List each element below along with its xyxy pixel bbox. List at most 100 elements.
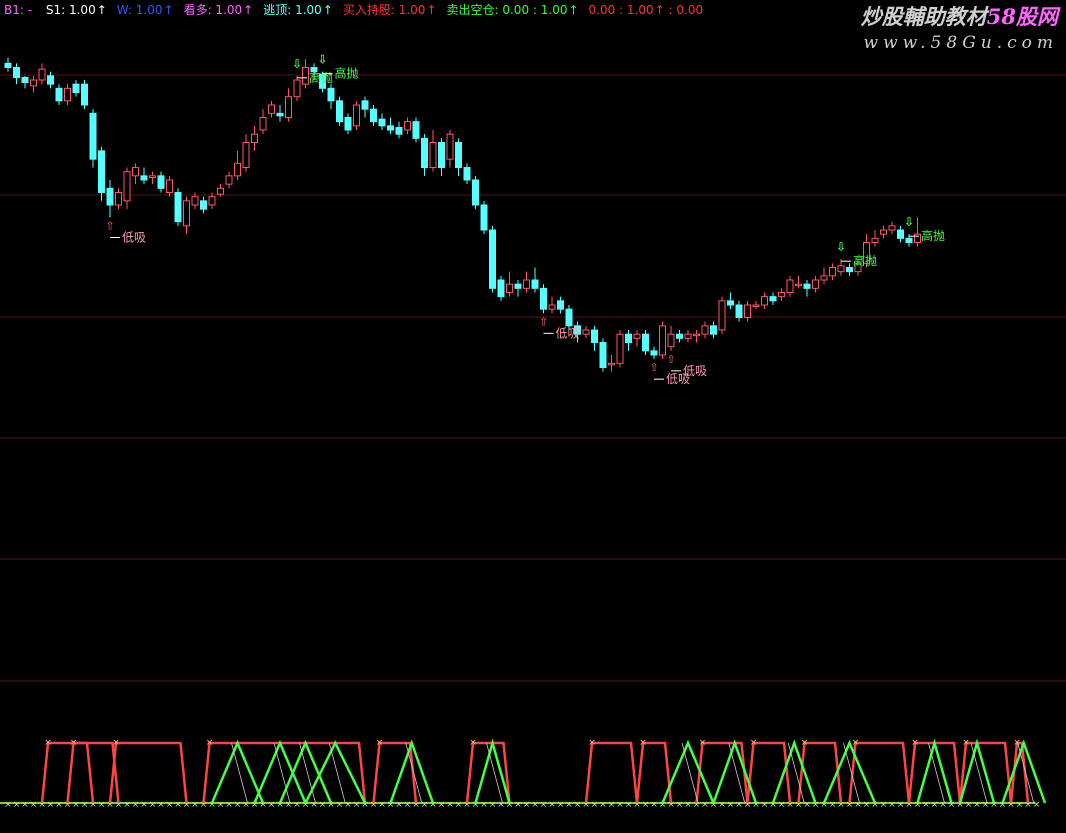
baseline-marker: ×	[217, 800, 225, 810]
candle-body	[302, 67, 309, 85]
baseline-marker: ×	[404, 800, 412, 810]
candle-body	[897, 229, 904, 239]
candle-body	[242, 142, 250, 168]
peak-marker: ×	[206, 738, 214, 748]
signal-label: 高抛	[309, 70, 333, 85]
baseline-marker: ×	[574, 800, 582, 810]
baseline-marker: ×	[98, 800, 106, 810]
candle-body	[880, 229, 887, 235]
baseline-marker: ×	[701, 800, 709, 810]
candle-body	[353, 104, 360, 127]
candle-body	[752, 304, 760, 307]
baseline-marker: ×	[854, 800, 862, 810]
baseline-marker: ×	[234, 800, 242, 810]
baseline-marker: ×	[548, 800, 556, 810]
candle-body	[208, 196, 216, 206]
indicator-red-pulse	[584, 741, 639, 804]
candle-body	[115, 192, 122, 206]
candle-body	[633, 333, 641, 339]
candle-body	[625, 333, 632, 343]
baseline-marker: ×	[829, 800, 837, 810]
baseline-marker: ×	[778, 800, 786, 810]
candle-body	[744, 304, 751, 318]
indicator-red-pulse	[695, 741, 749, 804]
baseline-marker: ×	[438, 800, 446, 810]
candle-body	[395, 127, 403, 135]
candle-body	[676, 333, 683, 339]
candle-body	[489, 229, 496, 289]
baseline-marker: ×	[523, 800, 531, 810]
baseline-marker: ×	[30, 800, 38, 810]
candle-body	[412, 121, 420, 139]
candle-body	[616, 333, 624, 364]
candle-body	[429, 142, 437, 168]
candle-body	[761, 296, 768, 306]
candle-body	[336, 100, 343, 123]
indicator-green-pulse	[916, 738, 953, 804]
baseline-marker: ×	[268, 800, 276, 810]
candle-body	[421, 137, 428, 168]
candle-body	[659, 325, 666, 356]
candle-body	[13, 67, 20, 78]
sell-arrow-icon: ⇩	[292, 57, 302, 71]
candle-body	[251, 133, 258, 144]
candle-body	[157, 175, 165, 189]
candle-body	[132, 167, 139, 177]
candle-body	[905, 237, 913, 243]
buy-arrow-icon: ⇧	[539, 315, 548, 328]
candle-body	[55, 87, 63, 102]
candle-body	[846, 267, 853, 273]
baseline-marker: ×	[803, 800, 811, 810]
candle-body	[871, 237, 879, 243]
indicator-thin-line	[681, 742, 699, 804]
candle-body	[98, 150, 105, 193]
candle-body	[684, 333, 692, 339]
candle-body	[565, 308, 573, 327]
baseline-marker: ×	[72, 800, 80, 810]
baseline-marker: ×	[225, 800, 233, 810]
candle-body	[582, 329, 590, 335]
indicator-thin-line	[273, 742, 291, 804]
baseline-marker: ×	[174, 800, 182, 810]
candle-body	[285, 96, 292, 118]
indicator-green-pulse	[253, 739, 307, 804]
signal-label: 高抛	[853, 253, 877, 268]
baseline-marker: ×	[4, 800, 12, 810]
candle-body	[72, 83, 80, 93]
candle-body	[455, 142, 462, 168]
baseline-marker: ×	[310, 800, 318, 810]
candle-body	[166, 179, 173, 193]
candle-body	[174, 192, 182, 223]
baseline-marker: ×	[242, 800, 250, 810]
candle-body	[438, 142, 445, 168]
baseline-marker: ×	[973, 800, 981, 810]
baseline-marker: ×	[880, 800, 888, 810]
baseline-marker: ×	[642, 800, 650, 810]
candle-body	[557, 300, 564, 310]
baseline-marker: ×	[378, 800, 386, 810]
candle-body	[769, 296, 777, 302]
baseline-marker: ×	[81, 800, 89, 810]
signal-label: 低吸	[683, 364, 707, 378]
candle-body	[21, 77, 29, 83]
baseline-marker: ×	[888, 800, 896, 810]
candle-body	[89, 112, 97, 160]
candle-body	[387, 125, 394, 131]
peak-marker: ×	[750, 738, 758, 748]
baseline-marker: ×	[13, 800, 21, 810]
baseline-marker: ×	[480, 800, 488, 810]
indicator-red-pulse	[465, 741, 511, 804]
baseline-marker: ×	[421, 800, 429, 810]
sell-arrow-icon: ⇩	[904, 215, 914, 229]
baseline-marker: ×	[982, 800, 990, 810]
baseline-marker: ×	[47, 800, 55, 810]
candle-body	[820, 275, 828, 281]
baseline-marker: ×	[395, 800, 403, 810]
baseline-marker: ×	[140, 800, 148, 810]
candle-body	[650, 350, 658, 356]
baseline-marker: ×	[497, 800, 505, 810]
indicator-red-pulse	[907, 741, 962, 804]
baseline-marker: ×	[1016, 800, 1024, 810]
candle-body	[4, 62, 12, 68]
baseline-marker: ×	[761, 800, 769, 810]
